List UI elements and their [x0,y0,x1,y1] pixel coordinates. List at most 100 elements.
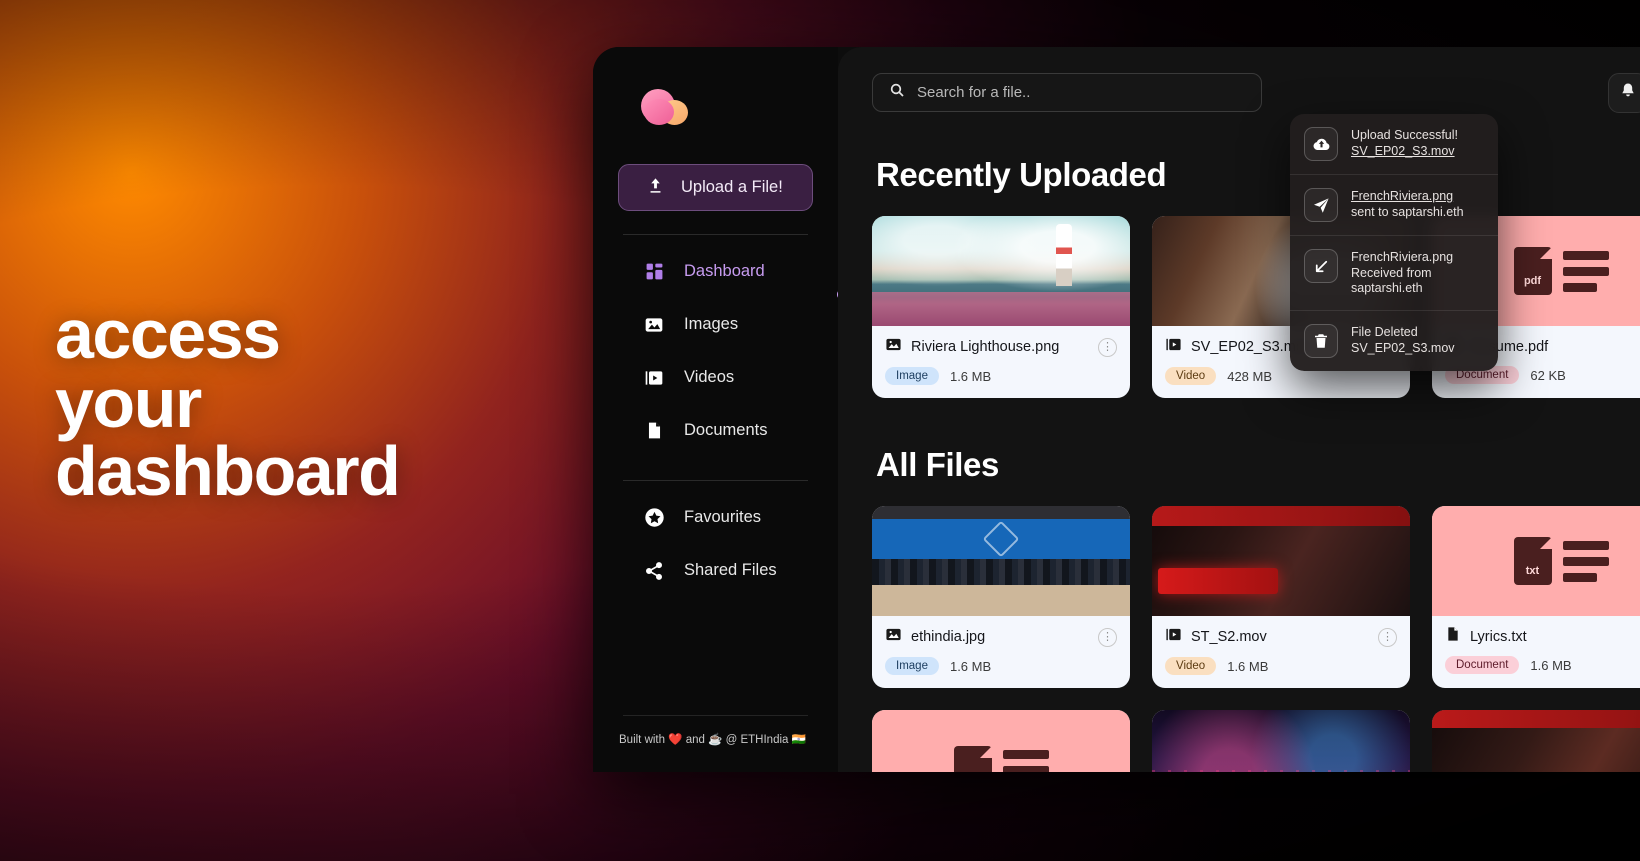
upload-a-file-button[interactable]: Upload a File! [618,164,813,211]
headline-line-2: your [55,363,202,442]
sidebar-item-shared-files[interactable]: Shared Files [615,544,816,597]
file-size: 1.6 MB [1227,658,1269,674]
headline-line-1: access [55,295,281,373]
headline-line-3: dashboard [55,432,401,511]
sidebar-item-label: Shared Files [684,561,777,579]
doc-lines-decor [1562,540,1609,582]
notification-file-link[interactable]: SV_EP02_S3.mov [1351,144,1458,160]
video-icon [1165,626,1182,648]
upload-icon [647,177,664,199]
pdf-glyph-icon: pdf [1513,247,1609,295]
file-size: 1.6 MB [949,658,992,674]
section-title-recently-uploaded: Recently Uploaded [876,156,1167,193]
file-thumbnail [1152,710,1410,772]
upload-cloud-icon [1304,127,1338,161]
sidebar-item-videos[interactable]: Videos [615,351,816,404]
app-window: Upload a File! Dashboard Images Videos D… [593,47,1640,772]
file-thumbnail [872,506,1130,616]
image-icon [643,314,665,336]
file-size: 428 MB [1227,368,1273,384]
file-name: Riviera Lighthouse.png [911,339,1060,355]
logo-blob-magenta [644,99,674,125]
search-input[interactable] [917,84,1217,101]
file-card[interactable]: pdf [872,710,1130,772]
file-type-badge: Document [1445,656,1520,674]
search-icon [889,82,905,103]
doc-lines-decor [1002,749,1049,772]
upload-button-label: Upload a File! [681,178,783,196]
sidebar-item-label: Documents [684,421,768,439]
receive-arrow-icon [1304,249,1338,283]
file-options-button[interactable]: ⋮ [1378,627,1397,647]
file-card[interactable]: ST_S2.mov ⋮ Video 1.6 MB [1152,506,1410,688]
notification-text: FrenchRiviera.png Received from saptarsh… [1351,249,1453,297]
sidebar-item-documents[interactable]: Documents [615,404,816,457]
bell-icon [1619,82,1637,105]
file-type-badge: Video [1165,367,1217,385]
star-icon [643,507,665,529]
notifications-bell-button[interactable] [1607,73,1640,113]
sidebar-item-label: Images [684,315,739,333]
notification-item[interactable]: FrenchRiviera.png sent to saptarshi.eth [1290,174,1498,235]
txt-glyph-icon: txt [1513,537,1609,585]
topbar-right-actions: exw [1607,73,1640,113]
notification-file-link[interactable]: FrenchRiviera.png [1351,189,1464,205]
file-card[interactable] [1432,710,1640,772]
file-card[interactable]: txt Lyrics.txt ⋮ Document 1.6 MB [1432,506,1640,688]
trash-icon [1304,323,1338,358]
sidebar: Upload a File! Dashboard Images Videos D… [593,47,848,772]
file-thumbnail: pdf [872,710,1130,772]
notification-item[interactable]: Upload Successful! SV_EP02_S3.mov [1290,114,1498,174]
hero-headline: access your dashboard [55,295,401,511]
sidebar-item-dashboard[interactable]: Dashboard [615,245,816,298]
file-size: 1.6 MB [949,368,992,384]
file-name: ST_S2.mov [1191,629,1267,645]
file-thumbnail [1152,506,1410,616]
pdf-page-icon: pdf [1513,247,1552,295]
notification-line: Upload Successful! [1351,128,1459,142]
notification-line: Received from [1351,265,1432,280]
notification-line: sent to saptarshi.eth [1351,204,1464,219]
file-card[interactable]: ethindia.jpg ⋮ Image 1.6 MB [872,506,1130,688]
file-type-badge: Image [885,367,939,385]
sidebar-item-label: Videos [684,368,735,386]
recently-uploaded-row: Riviera Lighthouse.png ⋮ Image 1.6 MB SV… [872,216,1640,398]
notification-line: File Deleted [1351,324,1418,339]
sidebar-divider-bottom [623,715,808,716]
sidebar-divider-middle [623,480,808,481]
file-options-button[interactable]: ⋮ [1098,337,1117,357]
topbar [872,73,1640,112]
pdf-page-icon: pdf [953,746,992,772]
notification-item[interactable]: FrenchRiviera.png Received from saptarsh… [1290,235,1498,310]
pdf-glyph-icon: pdf [953,746,1049,772]
file-card[interactable]: Riviera Lighthouse.png ⋮ Image 1.6 MB [872,216,1130,398]
video-icon [1165,336,1182,358]
file-size: 1.6 MB [1530,657,1572,673]
file-thumbnail [1432,710,1640,772]
notification-text: File Deleted SV_EP02_S3.mov [1351,324,1455,356]
notification-text: Upload Successful! SV_EP02_S3.mov [1351,127,1458,159]
search-box[interactable] [872,73,1262,112]
sidebar-item-label: Dashboard [684,262,765,280]
sidebar-item-favourites[interactable]: Favourites [615,491,816,544]
sidebar-item-label: Favourites [684,508,762,526]
file-card[interactable] [1152,710,1410,772]
all-files-row-2: pdf [872,710,1640,772]
video-icon [643,367,665,389]
notification-line: SV_EP02_S3.mov [1351,340,1455,355]
file-meta: ST_S2.mov ⋮ Video 1.6 MB [1152,616,1410,688]
file-thumbnail [872,216,1130,326]
notification-line: saptarshi.eth [1351,281,1423,296]
sidebar-item-images[interactable]: Images [615,298,816,351]
notification-line: FrenchRiviera.png [1351,250,1454,264]
file-options-button[interactable]: ⋮ [1098,627,1117,647]
document-icon [643,420,665,442]
notification-item[interactable]: File Deleted SV_EP02_S3.mov [1290,309,1498,371]
file-size: 62 KB [1530,367,1566,383]
file-thumbnail: txt [1432,506,1640,616]
doc-lines-decor [1562,250,1609,292]
txt-glyph-label: txt [1525,565,1540,577]
cloud-logo[interactable] [641,89,699,131]
sidebar-footer-credit: Built with ❤️ and ☕ @ ETHIndia 🇮🇳 [619,734,806,746]
